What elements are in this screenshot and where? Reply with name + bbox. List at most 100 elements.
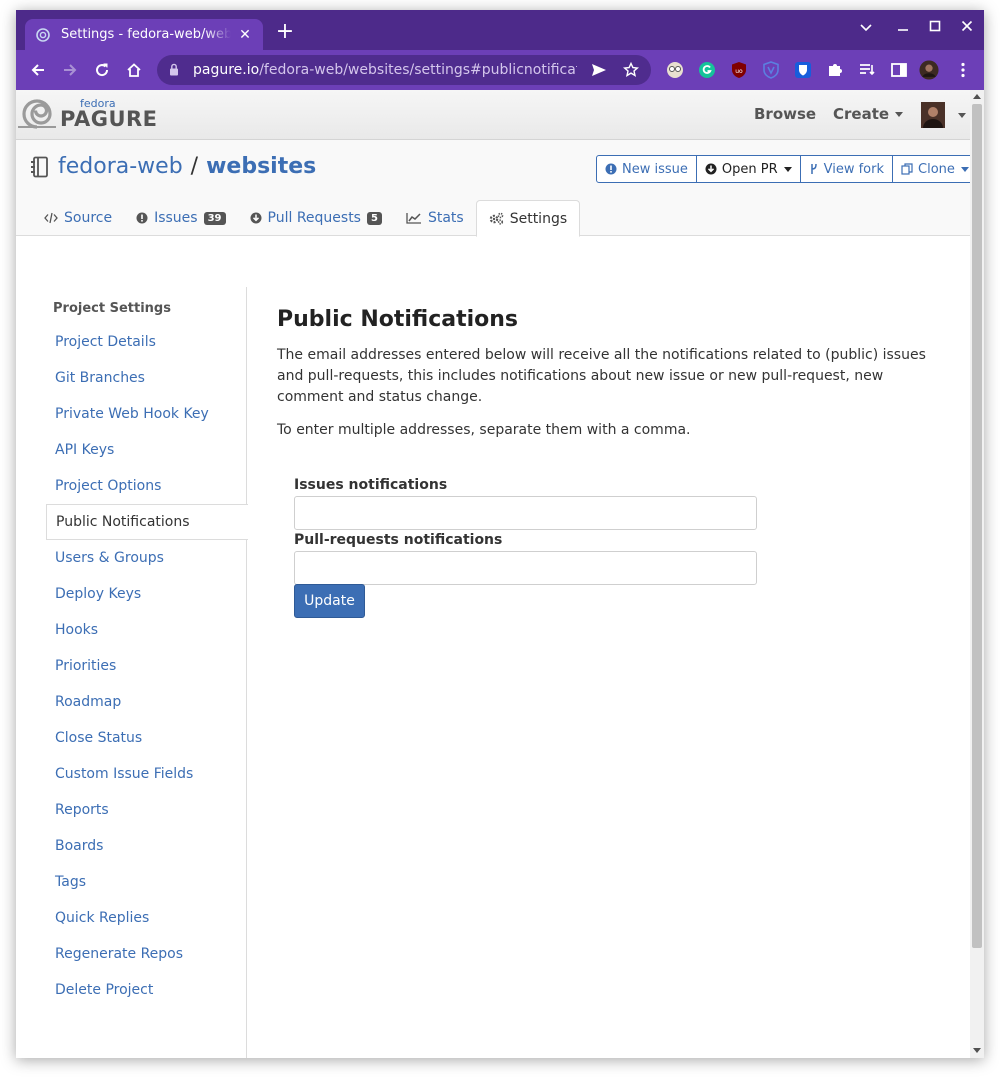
issues-notifications-label: Issues notifications bbox=[294, 477, 448, 493]
sidebar-item-deploy-keys[interactable]: Deploy Keys bbox=[46, 576, 247, 612]
open-pr-button[interactable]: Open PR bbox=[695, 155, 801, 183]
sidebar-item-delete-project[interactable]: Delete Project bbox=[46, 972, 247, 1008]
create-label: Create bbox=[833, 105, 890, 123]
window-close-icon[interactable] bbox=[957, 20, 977, 36]
repo-tabs: Source Issues 39 Pull Requests 5 Stats S… bbox=[32, 200, 581, 237]
page-scrollbar[interactable] bbox=[970, 90, 984, 1058]
sidebar-item-custom-issue-fields[interactable]: Custom Issue Fields bbox=[46, 756, 247, 792]
pagure-header: fedora PAGURE Browse Create bbox=[16, 90, 970, 140]
sidebar-item-tags[interactable]: Tags bbox=[46, 864, 247, 900]
bookmark-star-icon[interactable] bbox=[621, 62, 641, 78]
page-viewport: fedora PAGURE Browse Create fedora-web /… bbox=[16, 90, 970, 1058]
sidebar-item-reports[interactable]: Reports bbox=[46, 792, 247, 828]
tab-pull-requests-label: Pull Requests bbox=[267, 210, 361, 226]
reading-list-icon[interactable] bbox=[857, 60, 877, 80]
extension-owl-icon[interactable] bbox=[665, 60, 685, 80]
pagure-logo[interactable]: fedora PAGURE bbox=[16, 97, 158, 131]
repo-name-link[interactable]: websites bbox=[206, 154, 316, 179]
tab-settings-label: Settings bbox=[509, 210, 568, 227]
new-tab-button[interactable]: + bbox=[274, 21, 296, 44]
scroll-down-arrow-icon[interactable] bbox=[973, 1048, 981, 1053]
extension-bitwarden-icon[interactable] bbox=[793, 60, 813, 80]
tab-settings[interactable]: Settings bbox=[475, 200, 581, 237]
home-icon[interactable] bbox=[123, 59, 145, 81]
notifications-description: The email addresses entered below will r… bbox=[277, 347, 926, 405]
sidebar-item-regenerate-repos[interactable]: Regenerate Repos bbox=[46, 936, 247, 972]
repo-title: fedora-web / websites bbox=[30, 154, 316, 179]
pr-count-badge: 5 bbox=[366, 211, 382, 225]
sidebar-item-git-branches[interactable]: Git Branches bbox=[46, 360, 247, 396]
sidebar-item-api-keys[interactable]: API Keys bbox=[46, 432, 247, 468]
settings-sidebar: Project Settings Project Details Git Bra… bbox=[46, 287, 248, 1058]
gears-icon bbox=[489, 212, 504, 225]
notifications-hint: To enter multiple addresses, separate th… bbox=[277, 422, 691, 438]
browser-tab-settings[interactable]: Settings - fedora-web/websites - Pagure.… bbox=[25, 19, 263, 50]
url-host: pagure.io bbox=[193, 62, 260, 78]
repo-icon bbox=[30, 156, 50, 178]
sidebar-item-roadmap[interactable]: Roadmap bbox=[46, 684, 247, 720]
pr-notifications-input[interactable] bbox=[294, 551, 757, 585]
pr-notifications-label: Pull-requests notifications bbox=[294, 532, 503, 548]
send-tab-icon[interactable] bbox=[589, 63, 609, 77]
chevron-down-icon bbox=[960, 166, 969, 172]
tab-source[interactable]: Source bbox=[32, 200, 124, 236]
url-text: pagure.io/fedora-web/websites/settings#p… bbox=[193, 62, 577, 78]
sidebar-item-project-details[interactable]: Project Details bbox=[46, 324, 247, 360]
reload-icon[interactable] bbox=[91, 59, 113, 81]
sidebar-item-public-notifications[interactable]: Public Notifications bbox=[46, 504, 248, 540]
view-fork-button[interactable]: View fork bbox=[799, 155, 894, 183]
code-icon bbox=[44, 212, 58, 224]
repo-namespace-link[interactable]: fedora-web bbox=[58, 154, 183, 179]
sidebar-title: Project Settings bbox=[53, 301, 171, 316]
browser-toolbar: pagure.io/fedora-web/websites/settings#p… bbox=[16, 50, 984, 90]
logo-pagure-text: PAGURE bbox=[60, 107, 158, 131]
side-panel-icon[interactable] bbox=[889, 60, 909, 80]
chevron-down-icon bbox=[783, 166, 792, 172]
extensions-puzzle-icon[interactable] bbox=[825, 60, 845, 80]
svg-text:uo: uo bbox=[735, 68, 743, 75]
tab-search-icon[interactable] bbox=[856, 20, 876, 36]
user-menu-chevron-icon[interactable] bbox=[958, 113, 966, 118]
browser-menu-kebab-icon[interactable] bbox=[953, 60, 973, 80]
new-issue-button[interactable]: New issue bbox=[596, 155, 697, 183]
sidebar-item-boards[interactable]: Boards bbox=[46, 828, 247, 864]
browse-link[interactable]: Browse bbox=[754, 105, 816, 123]
sidebar-item-close-status[interactable]: Close Status bbox=[46, 720, 247, 756]
exclamation-circle-icon bbox=[136, 212, 148, 224]
tab-stats-label: Stats bbox=[427, 210, 464, 226]
create-dropdown[interactable]: Create bbox=[833, 105, 904, 123]
sidebar-item-priorities[interactable]: Priorities bbox=[46, 648, 247, 684]
view-fork-label: View fork bbox=[823, 161, 885, 177]
scroll-up-arrow-icon[interactable] bbox=[973, 94, 981, 99]
sidebar-item-users-groups[interactable]: Users & Groups bbox=[46, 540, 247, 576]
back-arrow-icon[interactable] bbox=[27, 59, 49, 81]
browser-tab-strip: Settings - fedora-web/websites - Pagure.… bbox=[16, 10, 984, 50]
tab-issues[interactable]: Issues 39 bbox=[124, 200, 237, 236]
minimize-icon[interactable] bbox=[893, 20, 913, 36]
browser-tab-title: Settings - fedora-web/websites - Pagure.… bbox=[61, 27, 231, 42]
extension-shield-icon[interactable] bbox=[761, 60, 781, 80]
copy-icon bbox=[901, 163, 913, 175]
chevron-down-icon bbox=[895, 112, 904, 117]
tab-stats[interactable]: Stats bbox=[394, 200, 476, 236]
sidebar-item-private-web-hook-key[interactable]: Private Web Hook Key bbox=[46, 396, 247, 432]
tab-pull-requests[interactable]: Pull Requests 5 bbox=[238, 200, 394, 236]
tab-close-icon[interactable]: ✕ bbox=[237, 27, 253, 43]
tab-issues-label: Issues bbox=[154, 210, 198, 226]
issues-notifications-input[interactable] bbox=[294, 496, 757, 530]
url-path: /fedora-web/websites/settings#publicnoti… bbox=[259, 62, 577, 78]
maximize-icon[interactable] bbox=[925, 20, 945, 36]
scrollbar-thumb[interactable] bbox=[972, 104, 982, 948]
clone-button[interactable]: Clone bbox=[892, 155, 970, 183]
page-title: Public Notifications bbox=[277, 307, 519, 332]
extension-ublock-icon[interactable]: uo bbox=[729, 60, 749, 80]
sidebar-item-quick-replies[interactable]: Quick Replies bbox=[46, 900, 247, 936]
profile-avatar-icon[interactable] bbox=[919, 60, 939, 80]
sidebar-item-project-options[interactable]: Project Options bbox=[46, 468, 247, 504]
update-button[interactable]: Update bbox=[294, 584, 365, 618]
address-bar[interactable]: pagure.io/fedora-web/websites/settings#p… bbox=[157, 55, 651, 85]
sidebar-item-hooks[interactable]: Hooks bbox=[46, 612, 247, 648]
user-avatar[interactable] bbox=[921, 102, 945, 128]
forward-arrow-icon[interactable] bbox=[59, 59, 81, 81]
extension-grammarly-icon[interactable] bbox=[697, 60, 717, 80]
